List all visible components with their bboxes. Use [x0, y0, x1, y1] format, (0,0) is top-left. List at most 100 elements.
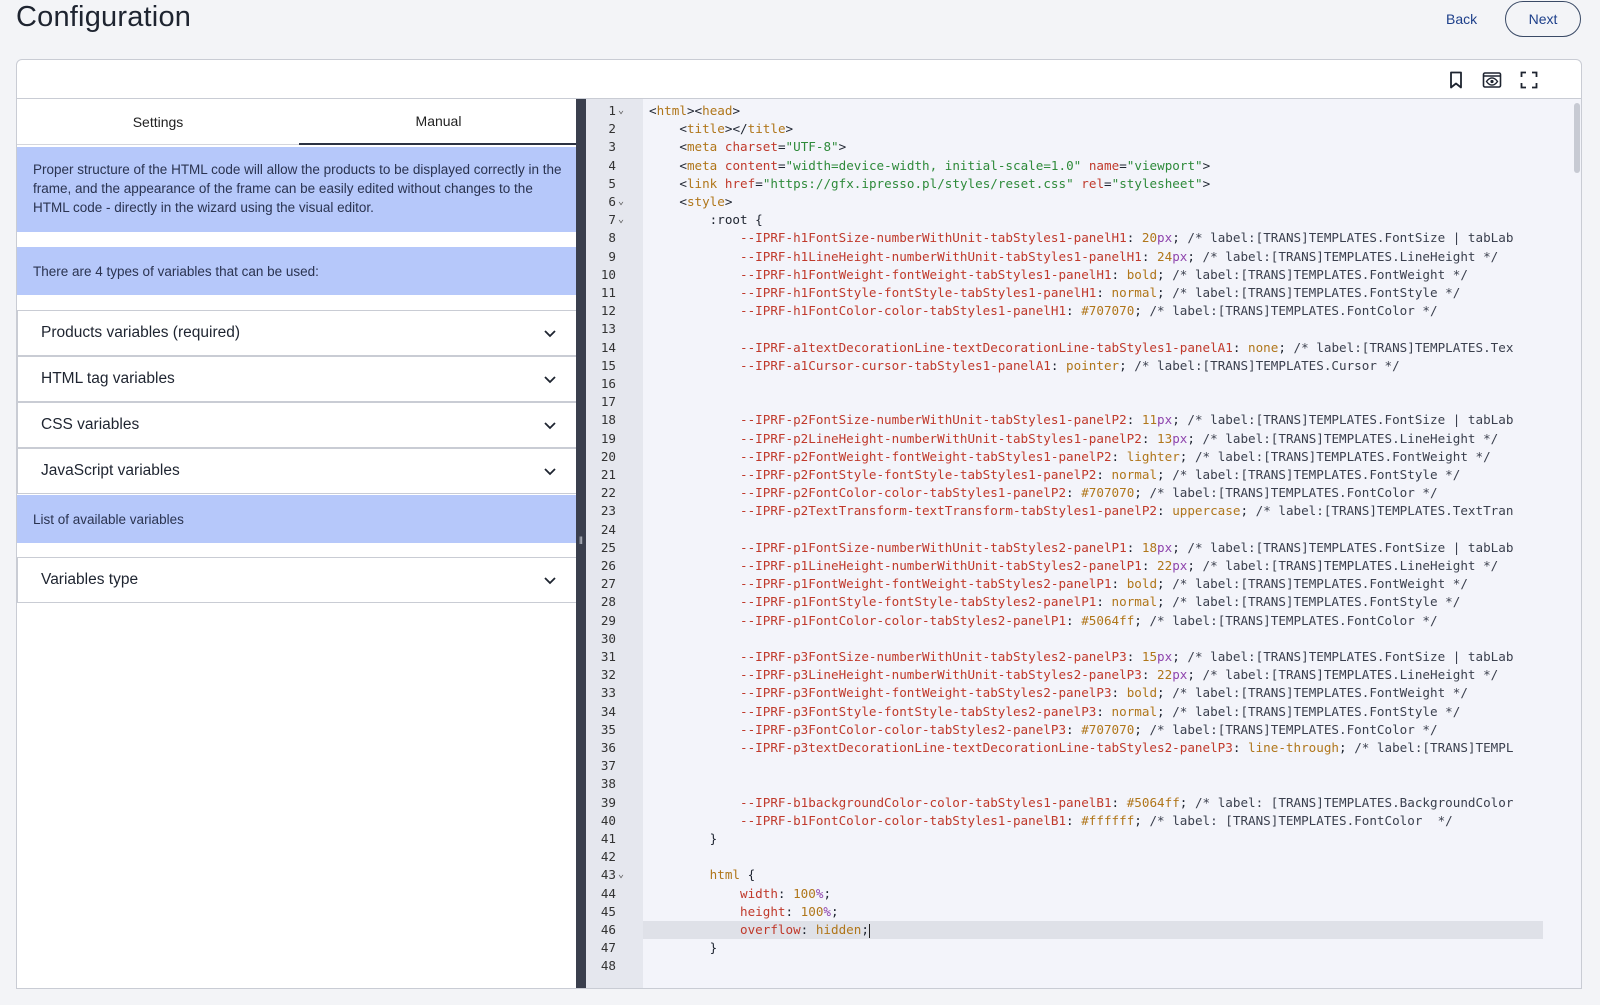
code-line[interactable]: 4 <meta content="width=device-width, ini…: [586, 157, 1581, 175]
editor-scrollbar[interactable]: [1574, 103, 1580, 173]
tab-settings[interactable]: Settings: [17, 99, 299, 145]
panel-splitter[interactable]: ‖: [576, 99, 586, 988]
code-line[interactable]: 3 <meta charset="UTF-8">: [586, 138, 1581, 156]
code-line[interactable]: 11 --IPRF-h1FontStyle-fontStyle-tabStyle…: [586, 284, 1581, 302]
code-text: --IPRF-p3FontColor-color-tabStyles2-pane…: [740, 721, 1438, 737]
code-line[interactable]: 33 --IPRF-p3FontWeight-fontWeight-tabSty…: [586, 684, 1581, 702]
code-line[interactable]: 29 --IPRF-p1FontColor-color-tabStyles2-p…: [586, 612, 1581, 630]
code-text: --IPRF-p2LineHeight-numberWithUnit-tabSt…: [740, 430, 1499, 446]
code-line[interactable]: 45 height: 100%;: [586, 903, 1581, 921]
fold-toggle-icon[interactable]: ⌄: [618, 866, 624, 884]
code-line[interactable]: 27 --IPRF-p1FontWeight-fontWeight-tabSty…: [586, 575, 1581, 593]
next-button[interactable]: Next: [1505, 1, 1581, 37]
accordion-html-tag-variables[interactable]: HTML tag variables: [17, 356, 578, 402]
code-text: --IPRF-h1LineHeight-numberWithUnit-tabSt…: [740, 248, 1499, 264]
code-line[interactable]: 18 --IPRF-p2FontSize-numberWithUnit-tabS…: [586, 411, 1581, 429]
line-number: 39: [600, 794, 616, 810]
chevron-down-icon: [544, 376, 556, 384]
accordion-css-variables[interactable]: CSS variables: [17, 402, 578, 448]
code-line[interactable]: 39 --IPRF-b1backgroundColor-color-tabSty…: [586, 794, 1581, 812]
code-line[interactable]: 35 --IPRF-p3FontColor-color-tabStyles2-p…: [586, 721, 1581, 739]
code-text: --IPRF-p3FontSize-numberWithUnit-tabStyl…: [740, 649, 1514, 664]
accordion-products-variables[interactable]: Products variables (required): [17, 310, 578, 356]
code-line[interactable]: 5 <link href="https://gfx.ipresso.pl/sty…: [586, 175, 1581, 193]
tab-manual[interactable]: Manual: [299, 99, 578, 145]
code-line[interactable]: 2 <title></title>: [586, 120, 1581, 138]
code-line[interactable]: 19 --IPRF-p2LineHeight-numberWithUnit-ta…: [586, 430, 1581, 448]
code-line[interactable]: 30: [586, 630, 1581, 648]
line-number: 5: [608, 175, 616, 191]
code-line[interactable]: 15 --IPRF-a1Cursor-cursor-tabStyles1-pan…: [586, 357, 1581, 375]
code-text: --IPRF-p2FontSize-numberWithUnit-tabStyl…: [740, 412, 1514, 428]
code-line[interactable]: 31 --IPRF-p3FontSize-numberWithUnit-tabS…: [586, 648, 1581, 666]
code-line[interactable]: 38: [586, 775, 1581, 793]
code-text: <link href="https://gfx.ipresso.pl/style…: [679, 175, 1211, 191]
code-line[interactable]: 41 }: [586, 830, 1581, 848]
splitter-grip-icon: ‖: [578, 536, 584, 547]
accordion-variables-type[interactable]: Variables type: [17, 557, 578, 603]
panel-tabs: Settings Manual: [17, 99, 578, 145]
code-line[interactable]: 46 overflow: hidden;: [586, 921, 1581, 940]
code-line[interactable]: 42: [586, 848, 1581, 866]
code-line[interactable]: 16: [586, 375, 1581, 393]
code-text: --IPRF-h1FontColor-color-tabStyles1-pane…: [740, 303, 1438, 319]
code-line[interactable]: 10 --IPRF-h1FontWeight-fontWeight-tabSty…: [586, 266, 1581, 284]
code-line[interactable]: 43 ⌄ html {: [586, 866, 1581, 884]
code-line[interactable]: 36 --IPRF-p3textDecorationLine-textDecor…: [586, 739, 1581, 757]
code-line[interactable]: 23 --IPRF-p2TextTransform-textTransform-…: [586, 502, 1581, 520]
code-line[interactable]: 26 --IPRF-p1LineHeight-numberWithUnit-ta…: [586, 557, 1581, 575]
line-number: 41: [600, 831, 616, 846]
back-button[interactable]: Back: [1436, 2, 1487, 36]
line-number: 45: [600, 903, 616, 919]
variable-types-note: There are 4 types of variables that can …: [17, 247, 578, 295]
code-line[interactable]: 37: [586, 757, 1581, 775]
code-line[interactable]: 34 --IPRF-p3FontStyle-fontStyle-tabStyle…: [586, 703, 1581, 721]
fold-toggle-icon[interactable]: ⌄: [618, 193, 624, 211]
code-line[interactable]: 20 --IPRF-p2FontWeight-fontWeight-tabSty…: [586, 448, 1581, 466]
code-line[interactable]: 8 --IPRF-h1FontSize-numberWithUnit-tabSt…: [586, 229, 1581, 247]
code-text: --IPRF-p2FontWeight-fontWeight-tabStyles…: [740, 448, 1491, 464]
code-line[interactable]: 32 --IPRF-p3LineHeight-numberWithUnit-ta…: [586, 666, 1581, 684]
code-text: --IPRF-b1backgroundColor-color-tabStyles…: [740, 794, 1514, 810]
fold-toggle-icon[interactable]: ⌄: [618, 102, 624, 120]
line-number: 22: [600, 485, 616, 501]
code-line[interactable]: 22 --IPRF-p2FontColor-color-tabStyles1-p…: [586, 484, 1581, 502]
line-number: 35: [600, 721, 616, 737]
chevron-down-icon: [544, 468, 556, 476]
page-title: Configuration: [16, 1, 192, 33]
code-editor[interactable]: 1 ⌄ <html><head> 2 <title></title> 3 <meta c…: [586, 99, 1581, 988]
fullscreen-icon[interactable]: [1518, 69, 1540, 91]
code-text: height: 100%;: [740, 903, 839, 919]
code-line[interactable]: 44 width: 100%;: [586, 885, 1581, 903]
fold-toggle-icon[interactable]: ⌄: [618, 211, 624, 229]
code-line[interactable]: 9 --IPRF-h1LineHeight-numberWithUnit-tab…: [586, 248, 1581, 266]
code-text: --IPRF-p1FontStyle-fontStyle-tabStyles2-…: [740, 594, 1461, 610]
code-line[interactable]: 13: [586, 320, 1581, 338]
line-number: 9: [608, 248, 616, 264]
code-line[interactable]: 12 --IPRF-h1FontColor-color-tabStyles1-p…: [586, 302, 1581, 320]
preview-eye-icon[interactable]: [1481, 69, 1503, 91]
code-line[interactable]: 1 ⌄ <html><head>: [586, 102, 1581, 120]
accordion-javascript-variables[interactable]: JavaScript variables: [17, 448, 578, 494]
code-line[interactable]: 14 --IPRF-a1textDecorationLine-textDecor…: [586, 339, 1581, 357]
code-line[interactable]: 17: [586, 393, 1581, 411]
code-line[interactable]: 24: [586, 521, 1581, 539]
code-line[interactable]: 25 --IPRF-p1FontSize-numberWithUnit-tabS…: [586, 539, 1581, 557]
code-line[interactable]: 6 ⌄ <style>: [586, 193, 1581, 211]
line-number: 3: [608, 139, 616, 155]
accordion-label: JavaScript variables: [41, 462, 180, 479]
code-text: --IPRF-p1LineHeight-numberWithUnit-tabSt…: [740, 558, 1499, 573]
bookmark-icon[interactable]: [1445, 69, 1467, 91]
code-line[interactable]: 21 --IPRF-p2FontStyle-fontStyle-tabStyle…: [586, 466, 1581, 484]
code-line[interactable]: 40 --IPRF-b1FontColor-color-tabStyles1-p…: [586, 812, 1581, 830]
line-number: 21: [600, 467, 616, 482]
code-line[interactable]: 28 --IPRF-p1FontStyle-fontStyle-tabStyle…: [586, 593, 1581, 611]
code-text: }: [709, 831, 718, 846]
code-text: width: 100%;: [740, 885, 832, 901]
code-line[interactable]: 47 }: [586, 939, 1581, 957]
accordion-label: Products variables (required): [41, 324, 241, 341]
manual-panel: Settings Manual Proper structure of the …: [17, 99, 578, 988]
line-number: 32: [600, 667, 616, 683]
code-line[interactable]: 48: [586, 957, 1581, 975]
code-line[interactable]: 7 ⌄ :root {: [586, 211, 1581, 229]
